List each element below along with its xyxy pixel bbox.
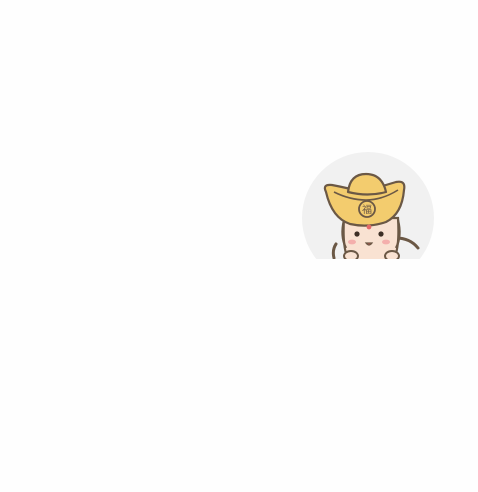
cheek-right bbox=[382, 239, 390, 245]
forehead-dot bbox=[366, 224, 372, 230]
cartoon-character-avatar-icon: 福 bbox=[323, 172, 420, 259]
hair-strand-left bbox=[331, 242, 338, 259]
hat-emblem-text: 福 bbox=[362, 203, 372, 216]
hand-right bbox=[384, 250, 400, 259]
eye-left bbox=[354, 231, 360, 237]
avatar-container[interactable]: 福 bbox=[302, 152, 434, 259]
cheek-left bbox=[348, 239, 356, 245]
hand-left bbox=[343, 250, 359, 259]
hat-dome bbox=[346, 172, 388, 196]
blank-screen: 福 bbox=[0, 0, 478, 492]
eye-right bbox=[378, 231, 384, 237]
mouth bbox=[364, 242, 374, 246]
